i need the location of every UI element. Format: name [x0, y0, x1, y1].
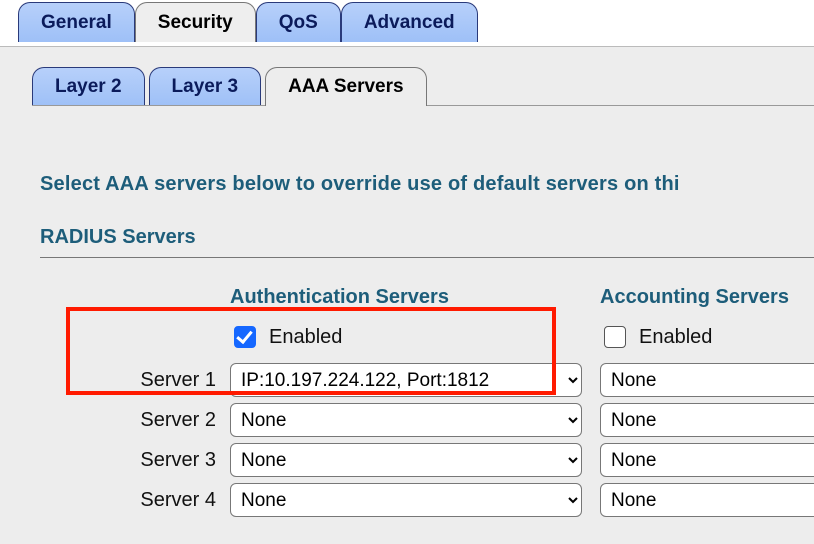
- acct-enabled-wrap: Enabled: [600, 321, 814, 357]
- server-4-acct-select[interactable]: None: [600, 483, 814, 517]
- top-tab-bar: General Security QoS Advanced: [0, 0, 814, 44]
- section-title-radius: RADIUS Servers: [40, 226, 814, 249]
- tab-layer3[interactable]: Layer 3: [149, 67, 262, 106]
- section-divider: [40, 257, 814, 258]
- server-2-auth-select[interactable]: None: [230, 403, 582, 437]
- tab-advanced[interactable]: Advanced: [341, 2, 478, 42]
- server-1-auth-select[interactable]: IP:10.197.224.122, Port:1812: [230, 363, 582, 397]
- server-1-label: Server 1: [40, 369, 230, 392]
- auth-enabled-wrap: Enabled: [230, 321, 600, 357]
- server-3-acct-select[interactable]: None: [600, 443, 814, 477]
- server-4-label: Server 4: [40, 489, 230, 512]
- server-3-label: Server 3: [40, 449, 230, 472]
- tab-general[interactable]: General: [18, 2, 135, 42]
- servers-grid: Authentication Servers Accounting Server…: [40, 286, 814, 517]
- auth-enabled-checkbox[interactable]: [234, 326, 256, 348]
- column-header-acct: Accounting Servers: [600, 286, 814, 315]
- server-4-auth-select[interactable]: None: [230, 483, 582, 517]
- server-1-acct-select[interactable]: None: [600, 363, 814, 397]
- tab-security[interactable]: Security: [135, 2, 256, 42]
- sub-tab-bar: Layer 2 Layer 3 AAA Servers: [0, 47, 814, 123]
- auth-enabled-label: Enabled: [269, 326, 342, 349]
- content-panel: Layer 2 Layer 3 AAA Servers Select AAA s…: [0, 46, 814, 544]
- instructions-text: Select AAA servers below to override use…: [40, 173, 814, 196]
- tab-qos[interactable]: QoS: [256, 2, 341, 42]
- acct-enabled-checkbox[interactable]: [604, 326, 626, 348]
- column-header-auth: Authentication Servers: [230, 286, 600, 315]
- server-3-auth-select[interactable]: None: [230, 443, 582, 477]
- server-2-acct-select[interactable]: None: [600, 403, 814, 437]
- tab-layer2[interactable]: Layer 2: [32, 67, 145, 106]
- tab-aaa-servers[interactable]: AAA Servers: [265, 67, 426, 106]
- acct-enabled-label: Enabled: [639, 326, 712, 349]
- server-2-label: Server 2: [40, 409, 230, 432]
